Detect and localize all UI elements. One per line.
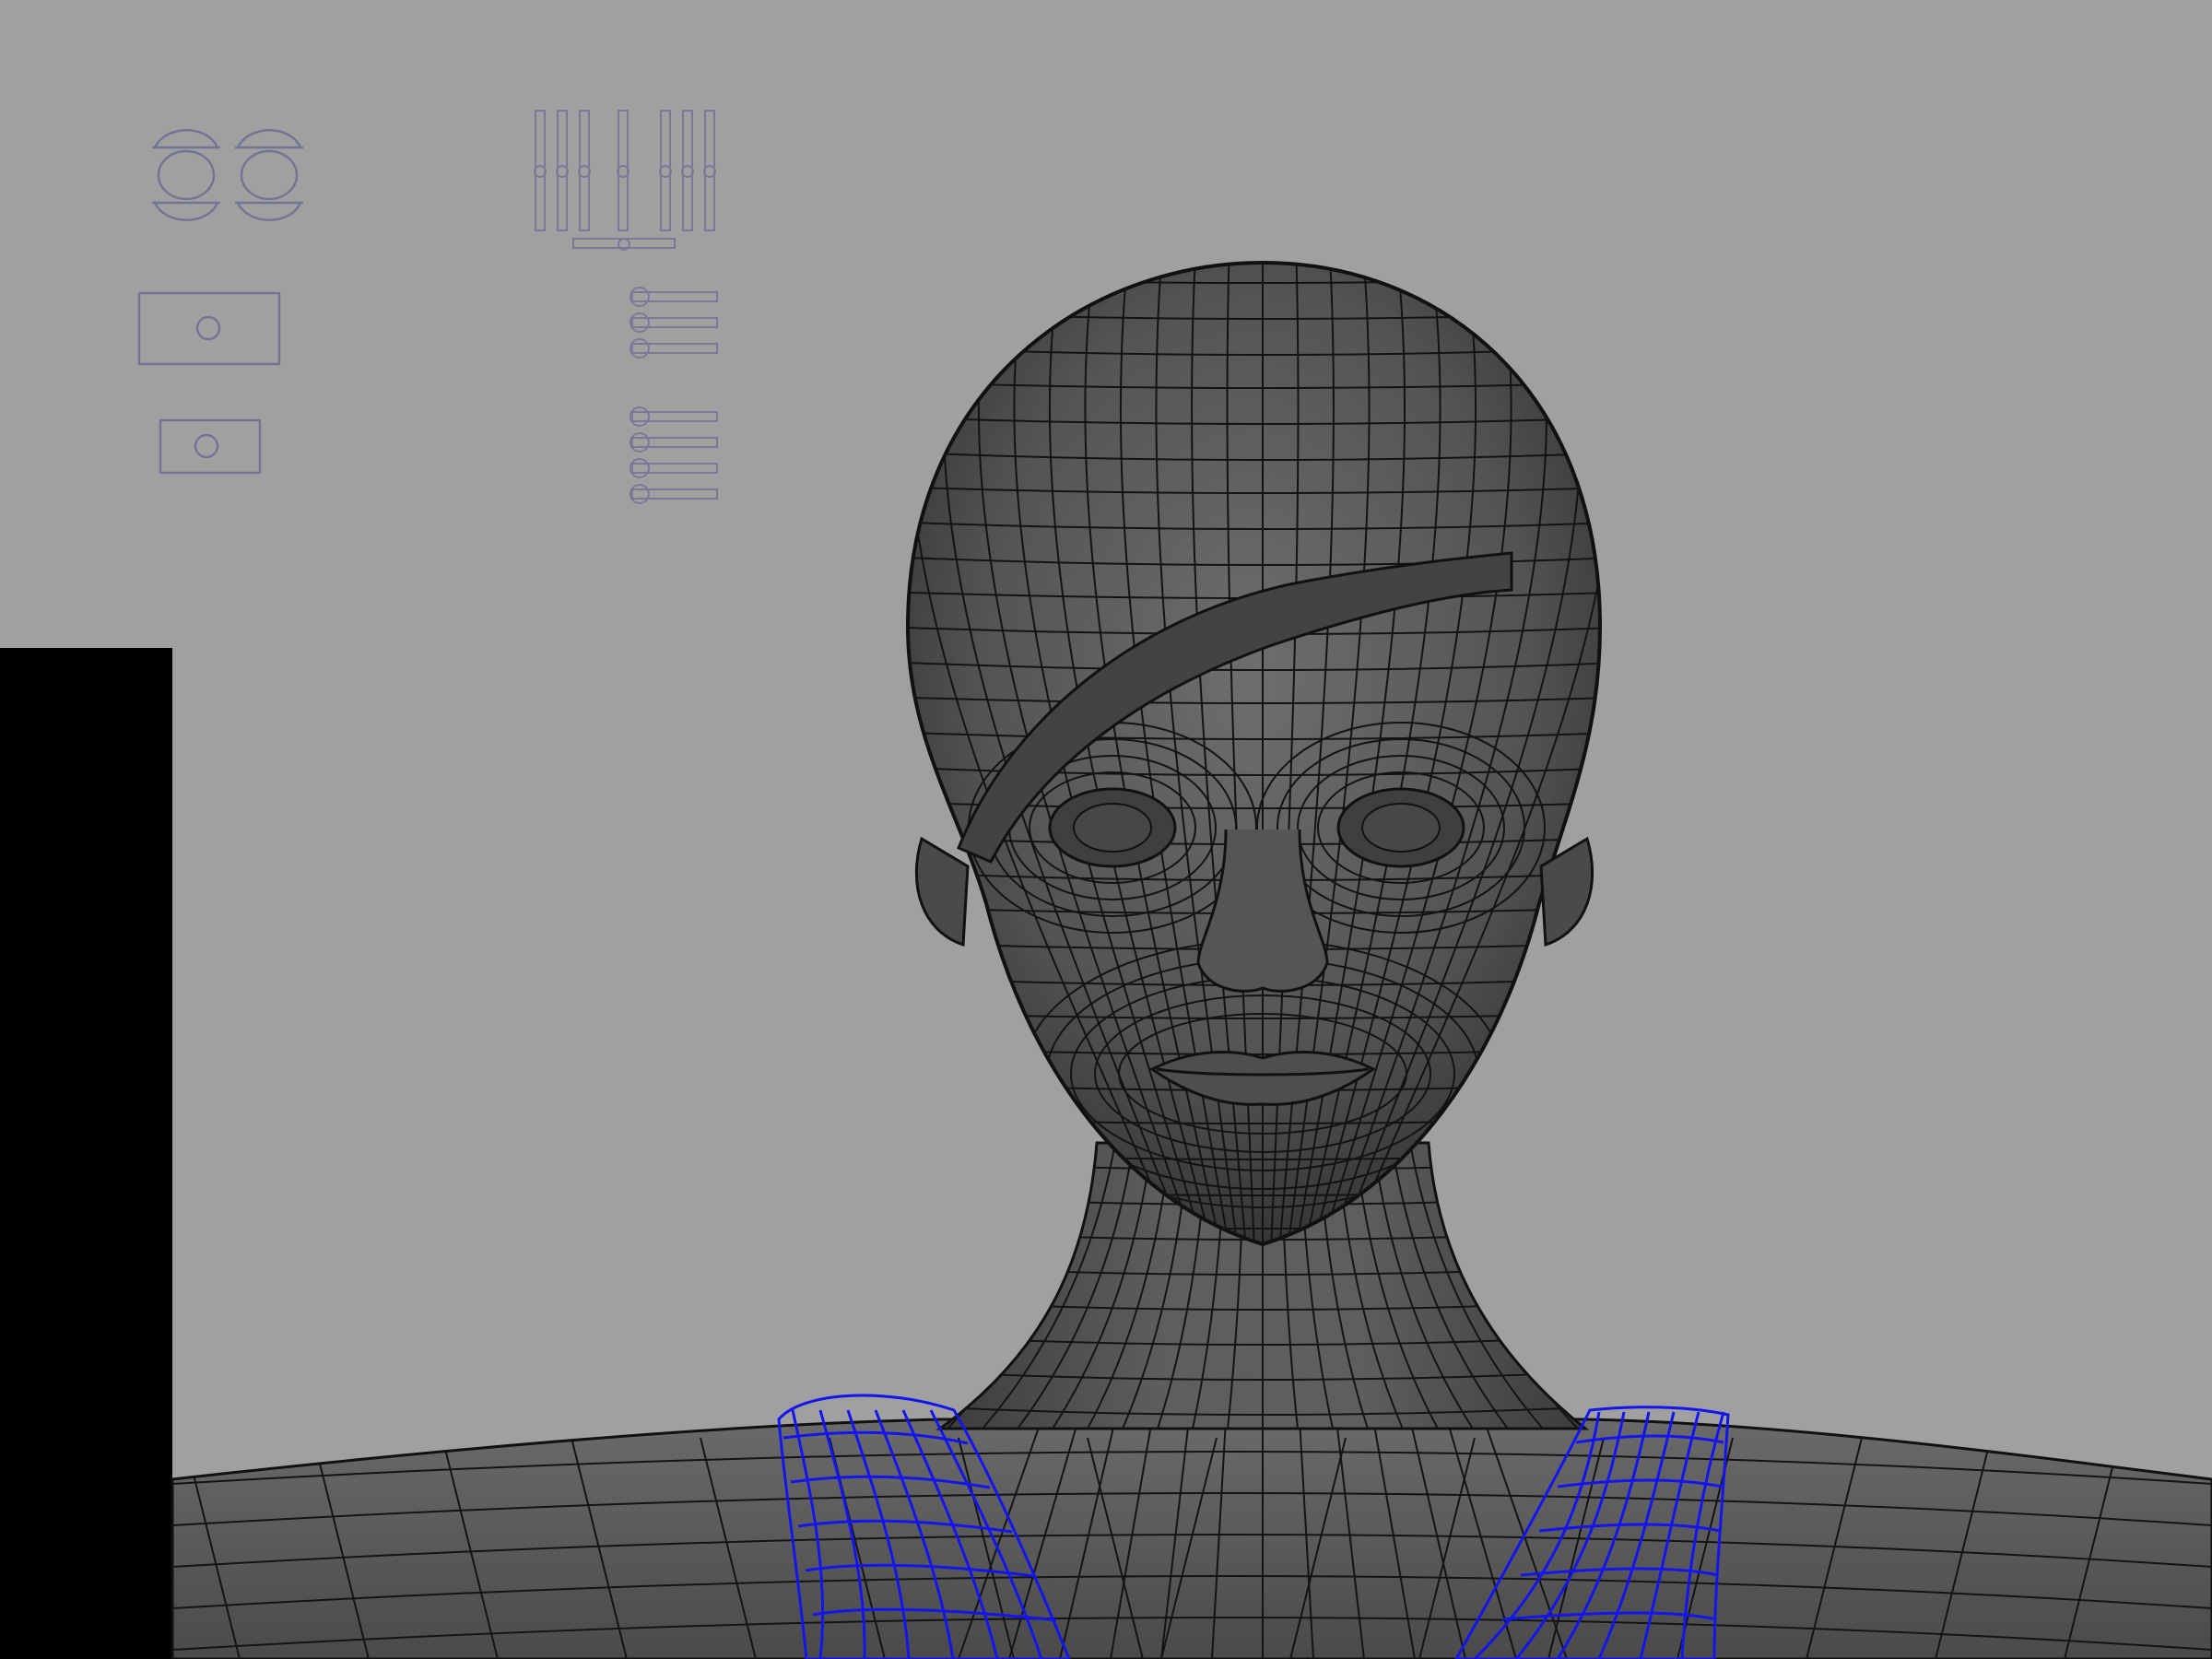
vertical-slider[interactable]	[617, 110, 629, 231]
horizontal-slider[interactable]	[629, 458, 718, 478]
horizontal-slider[interactable]	[629, 312, 718, 333]
eye-control-right[interactable]	[235, 129, 303, 221]
vertical-slider[interactable]	[534, 110, 547, 231]
horizontal-slider-bottom[interactable]	[572, 238, 676, 251]
head-mesh[interactable]	[885, 240, 1641, 1272]
vertical-slider[interactable]	[556, 110, 569, 231]
3d-viewport[interactable]	[0, 0, 2212, 1659]
viewport-canvas[interactable]	[0, 0, 2212, 1659]
left-ear-mesh	[914, 836, 970, 947]
shoulder-mesh[interactable]	[171, 1418, 2212, 1659]
left-eye-mesh	[1048, 787, 1177, 868]
vertical-slider[interactable]	[578, 110, 591, 231]
horizontal-slider[interactable]	[629, 432, 718, 453]
horizontal-slider[interactable]	[629, 406, 718, 427]
vertical-slider[interactable]	[703, 110, 716, 231]
vertical-slider[interactable]	[659, 110, 672, 231]
horizontal-slider[interactable]	[629, 484, 718, 504]
horizontal-slider[interactable]	[629, 287, 718, 307]
eye-control-left[interactable]	[152, 129, 220, 221]
vertical-slider[interactable]	[681, 110, 694, 231]
right-eye-mesh	[1336, 787, 1465, 868]
mouth-control-box[interactable]	[159, 418, 262, 475]
jaw-control-box[interactable]	[137, 291, 281, 366]
horizontal-slider[interactable]	[629, 338, 718, 359]
